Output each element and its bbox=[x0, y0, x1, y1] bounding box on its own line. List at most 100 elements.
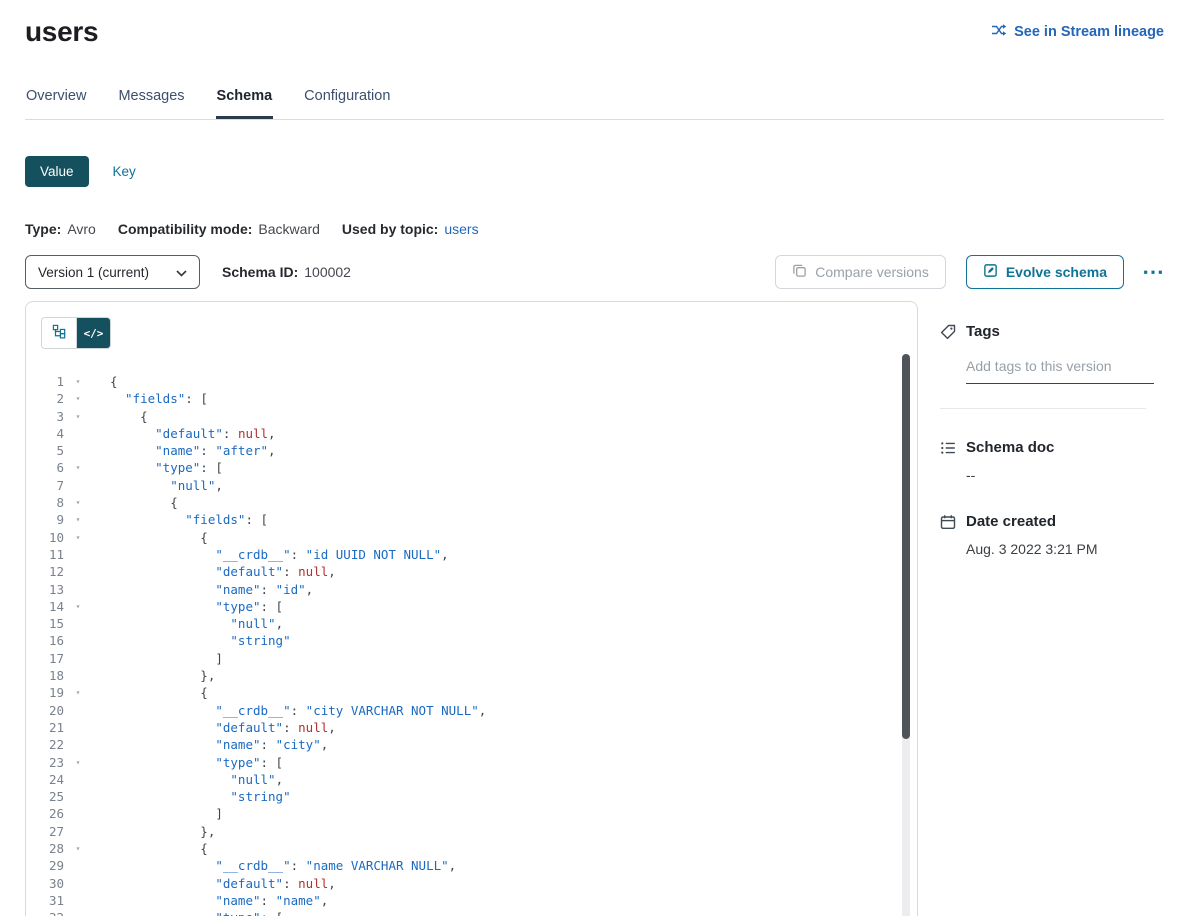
code-line: 22"name": "city", bbox=[38, 736, 893, 753]
code-text: "type": [ bbox=[110, 909, 283, 916]
evolve-schema-icon bbox=[983, 263, 998, 281]
code-line: 23▾"type": [ bbox=[38, 754, 893, 771]
code-line: 7"null", bbox=[38, 477, 893, 494]
code-line: 9▾"fields": [ bbox=[38, 511, 893, 528]
line-number: 1 bbox=[38, 373, 64, 390]
collapse-arrow-icon[interactable]: ▾ bbox=[68, 909, 88, 916]
code-line: 12"default": null, bbox=[38, 563, 893, 580]
tab-overview[interactable]: Overview bbox=[25, 88, 87, 119]
code-line: 15 "null", bbox=[38, 615, 893, 632]
code-text: "type": [ bbox=[110, 459, 223, 476]
code-text: "type": [ bbox=[110, 754, 283, 771]
metadata-label: Compatibility mode: bbox=[118, 221, 253, 237]
code-line: 31"name": "name", bbox=[38, 892, 893, 909]
evolve-schema-button[interactable]: Evolve schema bbox=[966, 255, 1124, 289]
schema-controls: Version 1 (current) Schema ID: 100002 Co… bbox=[25, 255, 1164, 289]
arrow-spacer bbox=[68, 581, 88, 598]
arrow-spacer bbox=[68, 546, 88, 563]
code-text: "name": "after", bbox=[110, 442, 276, 459]
date-created-value: Aug. 3 2022 3:21 PM bbox=[966, 541, 1160, 557]
line-number: 17 bbox=[38, 650, 64, 667]
line-number: 29 bbox=[38, 857, 64, 874]
code-text: "name": "name", bbox=[110, 892, 328, 909]
compare-versions-button[interactable]: Compare versions bbox=[775, 255, 946, 289]
code-text: "default": null, bbox=[110, 425, 276, 442]
schema-doc-title-label: Schema doc bbox=[966, 439, 1054, 456]
line-number: 22 bbox=[38, 736, 64, 753]
line-number: 6 bbox=[38, 459, 64, 476]
line-number: 27 bbox=[38, 823, 64, 840]
collapse-arrow-icon[interactable]: ▾ bbox=[68, 598, 88, 615]
arrow-spacer bbox=[68, 477, 88, 494]
arrow-spacer bbox=[68, 442, 88, 459]
code-line: 6▾ "type": [ bbox=[38, 459, 893, 476]
scrollbar-track[interactable] bbox=[902, 354, 910, 916]
line-number: 18 bbox=[38, 667, 64, 684]
code-text: ] bbox=[110, 650, 223, 667]
code-text: "__crdb__": "id UUID NOT NULL", bbox=[110, 546, 449, 563]
version-select[interactable]: Version 1 (current) bbox=[25, 255, 200, 289]
arrow-spacer bbox=[68, 650, 88, 667]
arrow-spacer bbox=[68, 805, 88, 822]
collapse-arrow-icon[interactable]: ▾ bbox=[68, 511, 88, 528]
code-text: "fields": [ bbox=[110, 511, 268, 528]
arrow-spacer bbox=[68, 736, 88, 753]
code-text: ] bbox=[110, 805, 223, 822]
code-view-button[interactable]: </> bbox=[76, 318, 110, 348]
code-text: "type": [ bbox=[110, 598, 283, 615]
chevron-down-icon bbox=[176, 265, 187, 280]
tags-input[interactable] bbox=[966, 358, 1154, 384]
tab-messages[interactable]: Messages bbox=[117, 88, 185, 119]
code-line: 18}, bbox=[38, 667, 893, 684]
collapse-arrow-icon[interactable]: ▾ bbox=[68, 754, 88, 771]
schema-toggle-key[interactable]: Key bbox=[113, 156, 136, 187]
line-number: 32 bbox=[38, 909, 64, 916]
tree-view-button[interactable] bbox=[42, 318, 76, 348]
collapse-arrow-icon[interactable]: ▾ bbox=[68, 529, 88, 546]
code-line: 4"default": null, bbox=[38, 425, 893, 442]
compare-versions-icon bbox=[792, 263, 807, 281]
scrollbar-thumb[interactable] bbox=[902, 354, 910, 739]
more-options-button[interactable]: ⋯ bbox=[1142, 265, 1164, 279]
code-line: 32 ▾ "type": [ bbox=[38, 909, 893, 916]
code-text: }, bbox=[110, 667, 215, 684]
code-line: 27}, bbox=[38, 823, 893, 840]
line-number: 30 bbox=[38, 875, 64, 892]
topic-link[interactable]: users bbox=[444, 221, 478, 237]
list-icon bbox=[940, 440, 956, 456]
arrow-spacer bbox=[68, 875, 88, 892]
code-text: "null", bbox=[110, 615, 283, 632]
code-text: "default": null, bbox=[110, 875, 336, 892]
line-number: 15 bbox=[38, 615, 64, 632]
code-line: 14▾"type": [ bbox=[38, 598, 893, 615]
tab-schema[interactable]: Schema bbox=[216, 88, 274, 119]
metadata-value: Backward bbox=[258, 221, 319, 237]
schema-toggle-value[interactable]: Value bbox=[25, 156, 89, 187]
collapse-arrow-icon[interactable]: ▾ bbox=[68, 494, 88, 511]
code-text: "fields": [ bbox=[110, 390, 208, 407]
code-text: "__crdb__": "name VARCHAR NULL", bbox=[110, 857, 456, 874]
schema-json-viewer: 1▾{2▾"fields": [3▾{4"default": null,5"na… bbox=[26, 302, 917, 916]
line-number: 5 bbox=[38, 442, 64, 459]
calendar-icon bbox=[940, 514, 956, 530]
collapse-arrow-icon[interactable]: ▾ bbox=[68, 390, 88, 407]
code-text: { bbox=[110, 408, 148, 425]
code-lines: 1▾{2▾"fields": [3▾{4"default": null,5"na… bbox=[38, 373, 893, 916]
code-text: "string" bbox=[110, 632, 291, 649]
code-line: 5 "name": "after", bbox=[38, 442, 893, 459]
schema-sidebar: Tags Schema doc -- bbox=[918, 301, 1164, 557]
collapse-arrow-icon[interactable]: ▾ bbox=[68, 459, 88, 476]
collapse-arrow-icon[interactable]: ▾ bbox=[68, 373, 88, 390]
line-number: 19 bbox=[38, 684, 64, 701]
arrow-spacer bbox=[68, 632, 88, 649]
version-select-value: Version 1 (current) bbox=[38, 265, 149, 280]
tab-configuration[interactable]: Configuration bbox=[303, 88, 391, 119]
collapse-arrow-icon[interactable]: ▾ bbox=[68, 684, 88, 701]
collapse-arrow-icon[interactable]: ▾ bbox=[68, 840, 88, 857]
stream-lineage-icon bbox=[991, 22, 1007, 42]
schema-id: Schema ID: 100002 bbox=[222, 264, 351, 280]
collapse-arrow-icon[interactable]: ▾ bbox=[68, 408, 88, 425]
code-text: { bbox=[110, 684, 208, 701]
stream-lineage-link[interactable]: See in Stream lineage bbox=[991, 22, 1164, 42]
arrow-spacer bbox=[68, 823, 88, 840]
